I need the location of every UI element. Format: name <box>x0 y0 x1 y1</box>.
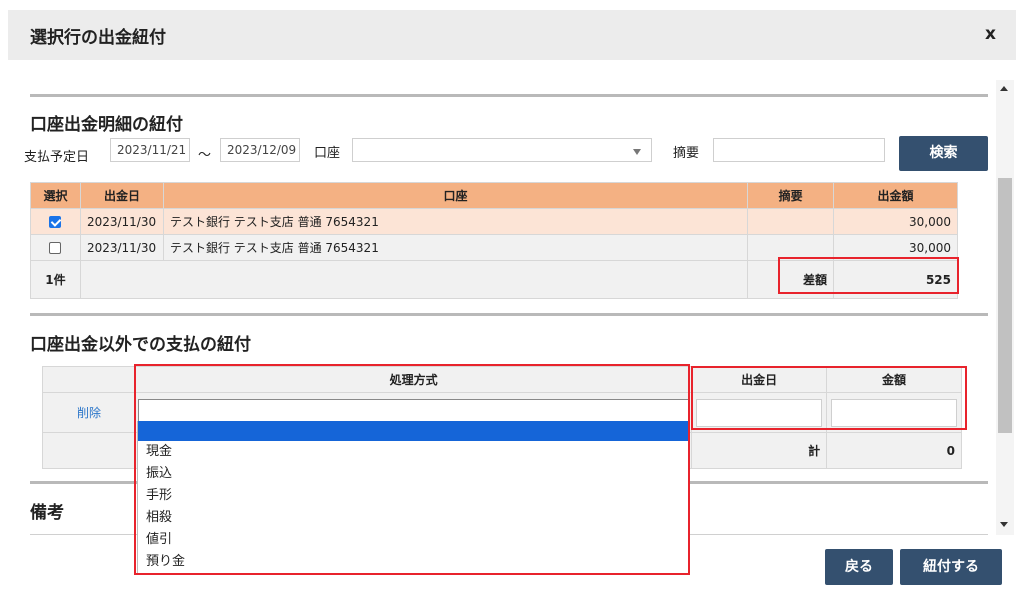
row-account: テスト銀行 テスト支店 普通 7654321 <box>162 234 749 261</box>
total-label: 計 <box>691 432 828 469</box>
footer-spacer <box>79 260 749 299</box>
withdrawal-table: 選択 出金日 口座 摘要 出金額 2023/11/30 テスト銀行 テスト支店 … <box>30 182 958 299</box>
col-header-memo: 摘要 <box>747 182 835 209</box>
account-select[interactable] <box>352 138 652 162</box>
delete-link[interactable]: 削除 <box>77 406 101 420</box>
section-title-remarks: 備考 <box>30 503 64 523</box>
payment-amount-input[interactable] <box>831 398 957 427</box>
date-label: 支払予定日 <box>24 150 90 165</box>
table-header-row: 処理方式 出金日 金額 <box>42 366 962 393</box>
row-memo <box>747 234 835 261</box>
dropdown-option-deposit[interactable]: 預り金 <box>138 551 688 573</box>
col-header-amount: 出金額 <box>833 182 958 209</box>
submit-link-button[interactable]: 紐付する <box>900 549 1002 585</box>
col-header-amount: 金額 <box>826 366 962 393</box>
row-select-cell <box>30 234 81 261</box>
row-amount: 30,000 <box>833 234 958 261</box>
scroll-down-icon[interactable] <box>1000 522 1008 527</box>
dropdown-option-offset[interactable]: 相殺 <box>138 507 688 529</box>
delete-cell: 削除 <box>42 392 136 433</box>
date-range-separator: ～ <box>198 148 212 163</box>
row-count: 1件 <box>30 260 81 299</box>
diff-label: 差額 <box>747 260 835 299</box>
col-header-action <box>42 366 136 393</box>
row-date: 2023/11/30 <box>79 208 164 235</box>
row-select-cell <box>30 208 81 235</box>
dropdown-option-bill[interactable]: 手形 <box>138 485 688 507</box>
table-header-row: 選択 出金日 口座 摘要 出金額 <box>30 182 958 209</box>
dropdown-option-cash[interactable]: 現金 <box>138 441 688 463</box>
col-header-select: 選択 <box>30 182 81 209</box>
col-header-date: 出金日 <box>79 182 164 209</box>
total-value: 0 <box>826 432 962 469</box>
close-button[interactable]: x <box>985 24 996 44</box>
section-divider <box>30 313 988 316</box>
col-header-account: 口座 <box>162 182 749 209</box>
section-divider <box>30 94 988 97</box>
scroll-thumb[interactable] <box>998 178 1012 433</box>
method-dropdown-list[interactable]: 現金 振込 手形 相殺 値引 預り金 <box>137 421 688 573</box>
date-cell <box>691 392 828 433</box>
table-row[interactable]: 2023/11/30 テスト銀行 テスト支店 普通 7654321 30,000 <box>30 208 958 235</box>
amount-cell <box>826 392 962 433</box>
table-footer-row: 1件 差額 525 <box>30 260 958 299</box>
row-amount: 30,000 <box>833 208 958 235</box>
row-checkbox[interactable] <box>49 216 62 228</box>
memo-input[interactable] <box>713 138 885 162</box>
scroll-up-icon[interactable] <box>1000 86 1008 91</box>
payment-date-input[interactable] <box>696 398 823 427</box>
search-button[interactable]: 検索 <box>899 136 988 171</box>
table-row[interactable]: 2023/11/30 テスト銀行 テスト支店 普通 7654321 30,000 <box>30 234 958 261</box>
dialog-header: 選択行の出金紐付 x <box>8 10 1016 60</box>
memo-label: 摘要 <box>673 146 700 161</box>
date-from-input[interactable]: 2023/11/21 <box>110 138 190 162</box>
dropdown-option-transfer[interactable]: 振込 <box>138 463 688 485</box>
back-button[interactable]: 戻る <box>825 549 893 585</box>
row-memo <box>747 208 835 235</box>
dialog-title: 選択行の出金紐付 <box>30 28 166 48</box>
dropdown-option-empty[interactable] <box>138 421 688 441</box>
date-to-input[interactable]: 2023/12/09 <box>220 138 300 162</box>
chevron-down-icon <box>633 149 641 155</box>
total-spacer <box>42 432 136 469</box>
section-title-other-payment: 口座出金以外での支払の紐付 <box>30 335 251 355</box>
row-account: テスト銀行 テスト支店 普通 7654321 <box>162 208 749 235</box>
dropdown-option-discount[interactable]: 値引 <box>138 529 688 551</box>
row-date: 2023/11/30 <box>79 234 164 261</box>
vertical-scrollbar[interactable] <box>996 80 1014 535</box>
account-label: 口座 <box>314 146 341 161</box>
col-header-method: 処理方式 <box>134 366 693 393</box>
row-checkbox[interactable] <box>49 242 62 254</box>
section-title-bank-withdrawal: 口座出金明細の紐付 <box>30 115 183 135</box>
diff-value: 525 <box>833 260 958 299</box>
col-header-date: 出金日 <box>691 366 828 393</box>
